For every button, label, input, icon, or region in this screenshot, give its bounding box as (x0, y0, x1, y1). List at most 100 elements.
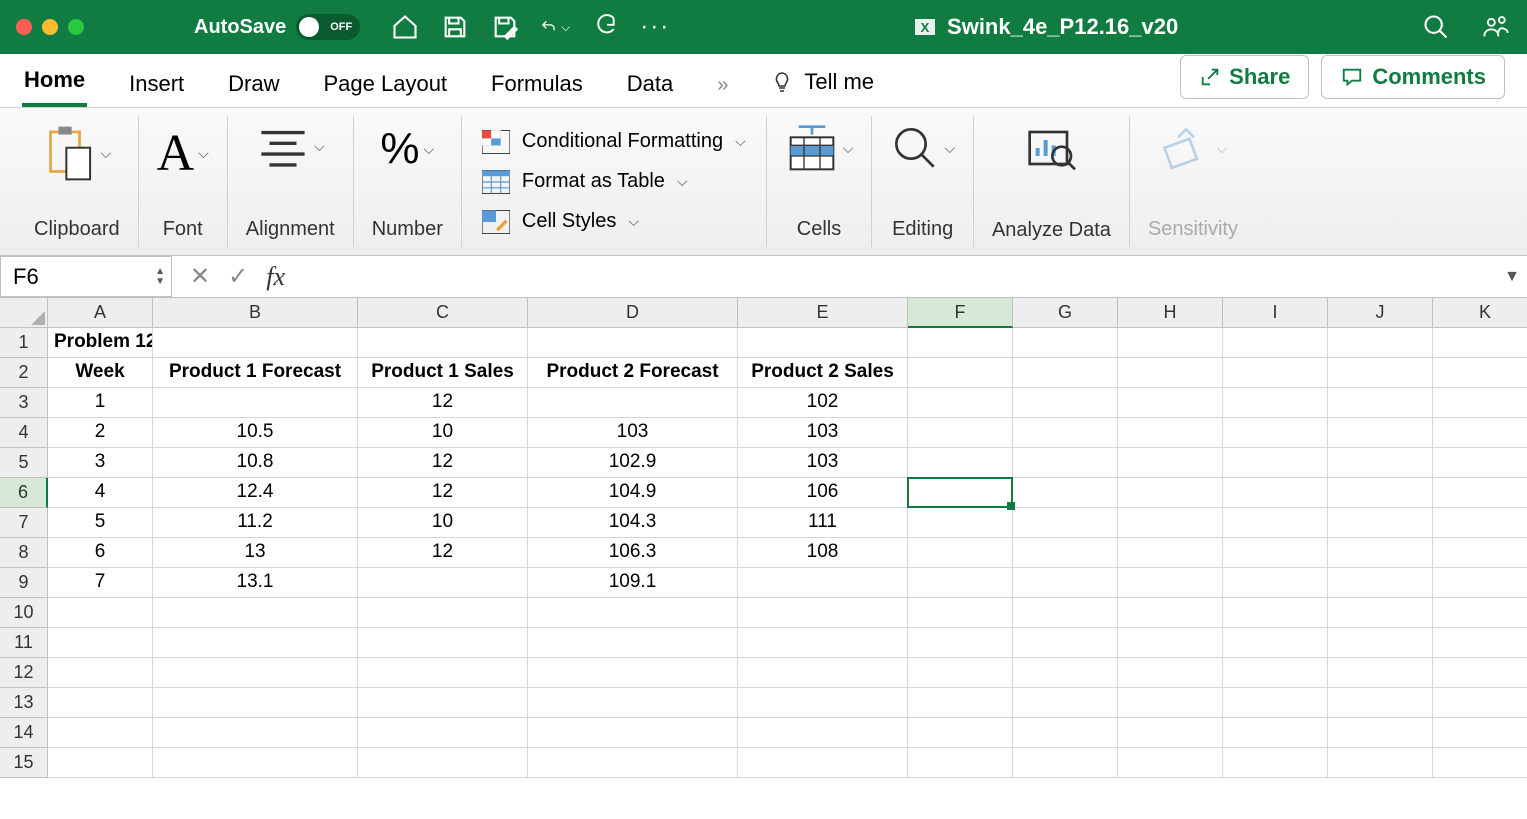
cell-D1[interactable] (528, 328, 738, 358)
number-button[interactable]: % ⌵ (380, 124, 434, 174)
row-header-8[interactable]: 8 (0, 538, 48, 568)
sensitivity-button[interactable]: ⌵ (1159, 124, 1228, 172)
cell-A1[interactable]: Problem 12.16 (48, 328, 153, 358)
cell-C9[interactable] (358, 568, 528, 598)
cell-H3[interactable] (1118, 388, 1223, 418)
cell-A7[interactable]: 5 (48, 508, 153, 538)
cell-G4[interactable] (1013, 418, 1118, 448)
cell-F4[interactable] (908, 418, 1013, 448)
cell-F11[interactable] (908, 628, 1013, 658)
cell-C12[interactable] (358, 658, 528, 688)
formula-expand-icon[interactable]: ▼ (1497, 256, 1527, 297)
cell-D10[interactable] (528, 598, 738, 628)
row-header-9[interactable]: 9 (0, 568, 48, 598)
cell-A11[interactable] (48, 628, 153, 658)
tab-page-layout[interactable]: Page Layout (322, 59, 450, 107)
column-header-A[interactable]: A (48, 298, 153, 328)
cell-G1[interactable] (1013, 328, 1118, 358)
cell-F10[interactable] (908, 598, 1013, 628)
cells-area[interactable]: Problem 12.16WeekProduct 1 ForecastProdu… (48, 328, 1527, 778)
share-people-icon[interactable] (1481, 12, 1511, 42)
cell-F12[interactable] (908, 658, 1013, 688)
cell-J7[interactable] (1328, 508, 1433, 538)
cell-E7[interactable]: 111 (738, 508, 908, 538)
cell-C13[interactable] (358, 688, 528, 718)
cell-J12[interactable] (1328, 658, 1433, 688)
cell-H2[interactable] (1118, 358, 1223, 388)
cell-C7[interactable]: 10 (358, 508, 528, 538)
row-header-7[interactable]: 7 (0, 508, 48, 538)
name-box[interactable]: F6 ▲▼ (0, 256, 172, 297)
column-header-B[interactable]: B (153, 298, 358, 328)
cell-C14[interactable] (358, 718, 528, 748)
cell-E10[interactable] (738, 598, 908, 628)
cell-F9[interactable] (908, 568, 1013, 598)
cell-K14[interactable] (1433, 718, 1527, 748)
cell-A3[interactable]: 1 (48, 388, 153, 418)
cell-E6[interactable]: 106 (738, 478, 908, 508)
cell-J15[interactable] (1328, 748, 1433, 778)
cell-B3[interactable] (153, 388, 358, 418)
cell-H6[interactable] (1118, 478, 1223, 508)
cell-K5[interactable] (1433, 448, 1527, 478)
column-header-K[interactable]: K (1433, 298, 1527, 328)
row-header-6[interactable]: 6 (0, 478, 48, 508)
undo-icon[interactable]: ⌵ (540, 12, 570, 42)
cell-I7[interactable] (1223, 508, 1328, 538)
cell-D4[interactable]: 103 (528, 418, 738, 448)
cell-H10[interactable] (1118, 598, 1223, 628)
home-icon[interactable] (390, 12, 420, 42)
more-icon[interactable]: ··· (640, 12, 670, 42)
share-button[interactable]: Share (1180, 55, 1309, 99)
cell-I1[interactable] (1223, 328, 1328, 358)
row-header-14[interactable]: 14 (0, 718, 48, 748)
cell-A4[interactable]: 2 (48, 418, 153, 448)
cell-B7[interactable]: 11.2 (153, 508, 358, 538)
cell-D5[interactable]: 102.9 (528, 448, 738, 478)
cell-A5[interactable]: 3 (48, 448, 153, 478)
cell-D9[interactable]: 109.1 (528, 568, 738, 598)
cell-A12[interactable] (48, 658, 153, 688)
cell-K15[interactable] (1433, 748, 1527, 778)
row-header-11[interactable]: 11 (0, 628, 48, 658)
cell-A9[interactable]: 7 (48, 568, 153, 598)
cell-D8[interactable]: 106.3 (528, 538, 738, 568)
cell-D3[interactable] (528, 388, 738, 418)
save-icon[interactable] (440, 12, 470, 42)
cell-F13[interactable] (908, 688, 1013, 718)
cell-C15[interactable] (358, 748, 528, 778)
fx-icon[interactable]: fx (266, 262, 285, 292)
cell-B14[interactable] (153, 718, 358, 748)
cell-G15[interactable] (1013, 748, 1118, 778)
cell-H15[interactable] (1118, 748, 1223, 778)
spreadsheet-grid[interactable]: ABCDEFGHIJK 123456789101112131415 Proble… (0, 298, 1527, 819)
tab-insert[interactable]: Insert (127, 59, 186, 107)
cell-K2[interactable] (1433, 358, 1527, 388)
cell-J1[interactable] (1328, 328, 1433, 358)
row-header-4[interactable]: 4 (0, 418, 48, 448)
cell-F8[interactable] (908, 538, 1013, 568)
cell-D13[interactable] (528, 688, 738, 718)
cell-H12[interactable] (1118, 658, 1223, 688)
cell-A10[interactable] (48, 598, 153, 628)
cell-B8[interactable]: 13 (153, 538, 358, 568)
cell-H1[interactable] (1118, 328, 1223, 358)
cell-B1[interactable] (153, 328, 358, 358)
cell-E14[interactable] (738, 718, 908, 748)
cell-K10[interactable] (1433, 598, 1527, 628)
cell-G10[interactable] (1013, 598, 1118, 628)
cell-B12[interactable] (153, 658, 358, 688)
font-button[interactable]: A ⌵ (157, 124, 209, 183)
cell-C8[interactable]: 12 (358, 538, 528, 568)
cell-J4[interactable] (1328, 418, 1433, 448)
cell-B6[interactable]: 12.4 (153, 478, 358, 508)
cell-D2[interactable]: Product 2 Forecast (528, 358, 738, 388)
cell-G9[interactable] (1013, 568, 1118, 598)
cell-G12[interactable] (1013, 658, 1118, 688)
redo-icon[interactable] (590, 12, 620, 42)
cell-C3[interactable]: 12 (358, 388, 528, 418)
search-icon[interactable] (1421, 12, 1451, 42)
row-header-15[interactable]: 15 (0, 748, 48, 778)
clipboard-button[interactable]: ⌵ (42, 124, 111, 182)
column-header-G[interactable]: G (1013, 298, 1118, 328)
